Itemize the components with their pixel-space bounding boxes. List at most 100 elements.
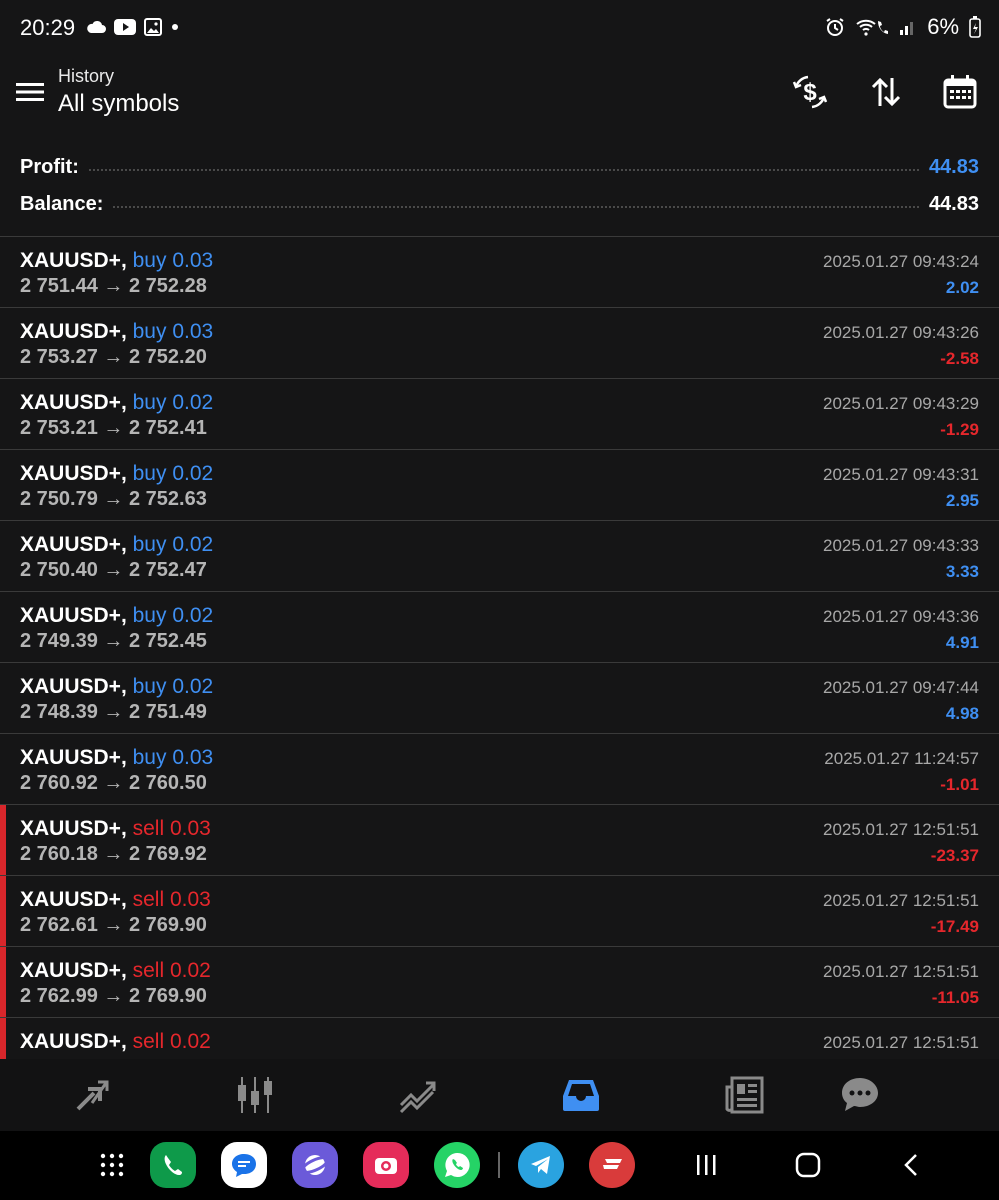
deal-symbol-line: XAUUSD+, buy 0.03 [20, 320, 213, 344]
app-header: History All symbols $ [0, 58, 999, 138]
deal-list[interactable]: XAUUSD+, buy 0.03 2 751.44 → 2 752.28 20… [0, 236, 999, 1060]
deal-symbol-line: XAUUSD+, sell 0.03 [20, 817, 211, 841]
deal-row[interactable]: XAUUSD+, buy 0.03 2 760.92 → 2 760.50 20… [0, 734, 999, 805]
home-button[interactable] [788, 1145, 828, 1185]
quotes-tab[interactable] [69, 1073, 115, 1117]
candlestick-icon [238, 1077, 272, 1113]
deal-symbol-line: XAUUSD+, buy 0.02 [20, 675, 213, 699]
deal-row[interactable]: XAUUSD+, sell 0.03 2 760.18 → 2 769.92 2… [0, 805, 999, 876]
newspaper-icon [725, 1076, 764, 1114]
deal-prices: 2 762.99 → 2 769.90 [20, 985, 207, 1007]
system-navigation-bar [0, 1131, 999, 1200]
profit-value: 44.83 [928, 155, 979, 178]
battery-percent: 6% [927, 14, 959, 39]
deal-prices: 2 760.92 → 2 760.50 [20, 772, 207, 794]
summary-panel: Profit: 44.83 Balance: 44.83 [0, 148, 999, 236]
deal-type: buy 0.03 [132, 320, 214, 343]
deal-row[interactable]: XAUUSD+, buy 0.02 2 750.79 → 2 752.63 20… [0, 450, 999, 521]
telegram-app-icon[interactable] [518, 1142, 564, 1188]
deal-symbol: XAUUSD+, [20, 391, 127, 414]
deal-time: 2025.01.27 12:51:51 [823, 820, 979, 839]
deal-symbol: XAUUSD+, [20, 888, 127, 911]
deal-symbol-line: XAUUSD+, buy 0.02 [20, 604, 213, 628]
deal-row[interactable]: XAUUSD+, sell 0.03 2 762.61 → 2 769.90 2… [0, 876, 999, 947]
currency-exchange-button[interactable]: $ [790, 72, 830, 112]
deal-time: 2025.01.27 09:43:33 [823, 536, 979, 555]
deal-profit: -1.01 [940, 775, 979, 794]
sort-icon [871, 77, 901, 107]
trend-icon [399, 1081, 436, 1114]
deal-type: buy 0.02 [132, 462, 214, 485]
deal-row[interactable]: XAUUSD+, sell 0.02 2 762.99 → 2 769.90 2… [0, 947, 999, 1018]
recent-apps-button[interactable] [686, 1145, 726, 1185]
deal-row[interactable]: XAUUSD+, buy 0.02 2 749.39 → 2 752.45 20… [0, 592, 999, 663]
camera-app-icon[interactable] [363, 1142, 409, 1188]
trade-tab[interactable] [395, 1073, 441, 1117]
deal-symbol-line: XAUUSD+, sell 0.02 [20, 959, 211, 983]
deal-time: 2025.01.27 09:47:44 [823, 678, 979, 697]
sort-button[interactable] [866, 72, 906, 112]
image-icon [144, 18, 162, 36]
profit-label: Profit: [20, 155, 79, 178]
deal-row[interactable]: XAUUSD+, buy 0.02 2 753.21 → 2 752.41 20… [0, 379, 999, 450]
deal-profit: -23.37 [930, 846, 979, 865]
deal-profit: 2.95 [945, 491, 979, 510]
deal-time: 2025.01.27 09:43:29 [823, 394, 979, 413]
deal-symbol: XAUUSD+, [20, 959, 127, 982]
calendar-button[interactable] [940, 72, 980, 112]
deal-time: 2025.01.27 11:24:57 [824, 749, 979, 768]
deal-symbol: XAUUSD+, [20, 462, 127, 485]
app-drawer-button[interactable] [92, 1145, 132, 1185]
expressvpn-app-icon[interactable] [589, 1142, 635, 1188]
deal-profit: -17.49 [930, 917, 979, 936]
deal-prices: 2 753.27 → 2 752.20 [20, 346, 207, 368]
calendar-icon [943, 75, 977, 109]
deal-type: buy 0.03 [132, 249, 214, 272]
deal-row[interactable]: XAUUSD+, buy 0.02 2 750.40 → 2 752.47 20… [0, 521, 999, 592]
deal-prices: 2 762.61 → 2 769.90 [20, 914, 207, 936]
chat-tab[interactable] [837, 1073, 883, 1117]
messages-app-icon[interactable] [221, 1142, 267, 1188]
deal-type: buy 0.02 [132, 391, 214, 414]
deal-profit: -2.58 [940, 349, 979, 368]
balance-value: 44.83 [928, 192, 979, 215]
deal-row[interactable]: XAUUSD+, sell 0.02 2025.01.27 12:51:51 [0, 1018, 999, 1060]
deal-prices: 2 760.18 → 2 769.92 [20, 843, 207, 865]
deal-row[interactable]: XAUUSD+, buy 0.03 2 751.44 → 2 752.28 20… [0, 237, 999, 308]
deal-type: buy 0.02 [132, 604, 214, 627]
deal-type: sell 0.03 [132, 888, 211, 911]
deal-time: 2025.01.27 12:51:51 [823, 1033, 979, 1052]
chart-tab[interactable] [232, 1073, 278, 1117]
deal-time: 2025.01.27 09:43:24 [823, 252, 979, 271]
deal-type: buy 0.02 [132, 675, 214, 698]
deal-prices: 2 750.79 → 2 752.63 [20, 488, 207, 510]
deal-type: sell 0.02 [132, 959, 211, 982]
deal-row[interactable]: XAUUSD+, buy 0.02 2 748.39 → 2 751.49 20… [0, 663, 999, 734]
whatsapp-app-icon[interactable] [434, 1142, 480, 1188]
deal-symbol-line: XAUUSD+, buy 0.02 [20, 533, 213, 557]
deal-row[interactable]: XAUUSD+, buy 0.03 2 753.27 → 2 752.20 20… [0, 308, 999, 379]
header-title[interactable]: All symbols [58, 90, 179, 118]
wifi-calling-icon [856, 19, 889, 36]
phone-app-icon[interactable] [150, 1142, 196, 1188]
history-tab[interactable] [558, 1073, 604, 1117]
deal-prices: 2 748.39 → 2 751.49 [20, 701, 207, 723]
svg-text:$: $ [803, 79, 817, 106]
balance-row: Balance: 44.83 [20, 189, 979, 219]
news-tab[interactable] [721, 1073, 767, 1117]
recents-icon [697, 1155, 716, 1175]
header-subtitle: History [58, 66, 115, 86]
deal-symbol: XAUUSD+, [20, 604, 127, 627]
deal-time: 2025.01.27 09:43:36 [823, 607, 979, 626]
alarm-icon [826, 18, 844, 36]
hamburger-menu-icon[interactable] [16, 80, 44, 104]
dot-icon [172, 24, 178, 30]
deal-type: buy 0.03 [132, 746, 214, 769]
deal-symbol-line: XAUUSD+, buy 0.03 [20, 249, 213, 273]
deal-prices: 2 753.21 → 2 752.41 [20, 417, 207, 439]
deal-prices: 2 749.39 → 2 752.45 [20, 630, 207, 652]
browser-app-icon[interactable] [292, 1142, 338, 1188]
deal-symbol: XAUUSD+, [20, 320, 127, 343]
deal-symbol: XAUUSD+, [20, 249, 127, 272]
back-button[interactable] [892, 1145, 932, 1185]
